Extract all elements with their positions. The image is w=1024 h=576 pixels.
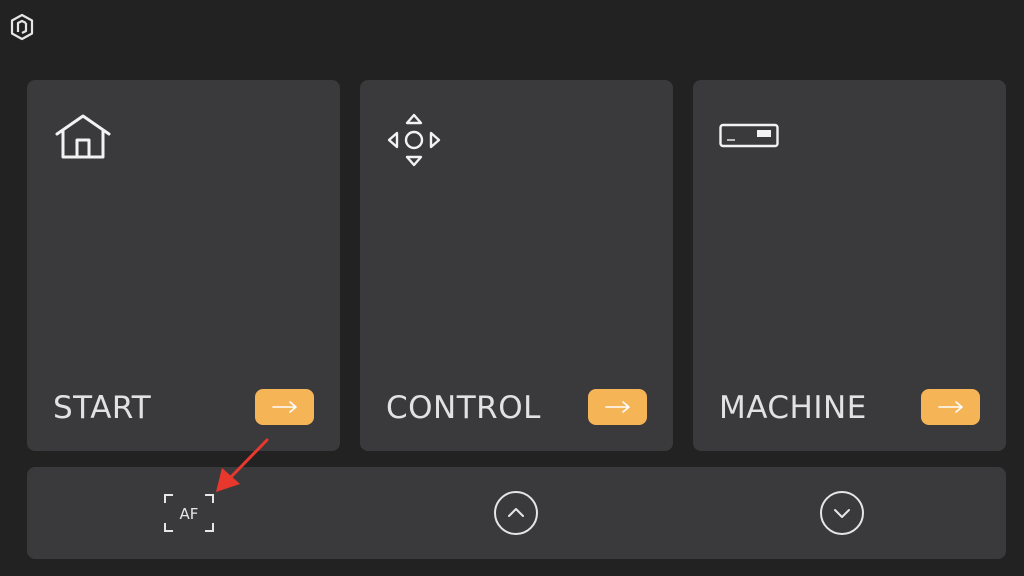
- direction-pad-icon: [387, 113, 441, 167]
- control-go-button[interactable]: [588, 389, 647, 425]
- autofocus-label: AF: [180, 505, 199, 523]
- scroll-up-button[interactable]: [456, 467, 576, 559]
- machine-label: MACHINE: [719, 390, 867, 426]
- start-label: START: [53, 390, 152, 426]
- control-card[interactable]: CONTROL: [360, 80, 673, 451]
- autofocus-button[interactable]: AF: [129, 467, 249, 559]
- machine-panel-icon: [719, 123, 779, 148]
- scroll-down-button[interactable]: [782, 467, 902, 559]
- start-go-button[interactable]: [255, 389, 314, 425]
- arrow-right-icon: [271, 401, 297, 413]
- chevron-up-circle-icon: [494, 491, 538, 535]
- bottom-bar: AF: [27, 467, 1006, 559]
- arrow-right-icon: [604, 401, 630, 413]
- home-icon: [55, 114, 111, 159]
- machine-go-button[interactable]: [921, 389, 980, 425]
- app-logo-icon: [10, 13, 34, 41]
- machine-card[interactable]: MACHINE: [693, 80, 1006, 451]
- control-label: CONTROL: [386, 390, 541, 426]
- main-screen: START CONTROL MACHINE AF: [0, 0, 1024, 576]
- chevron-down-circle-icon: [820, 491, 864, 535]
- start-card[interactable]: START: [27, 80, 340, 451]
- autofocus-icon: AF: [164, 494, 214, 532]
- arrow-right-icon: [937, 401, 963, 413]
